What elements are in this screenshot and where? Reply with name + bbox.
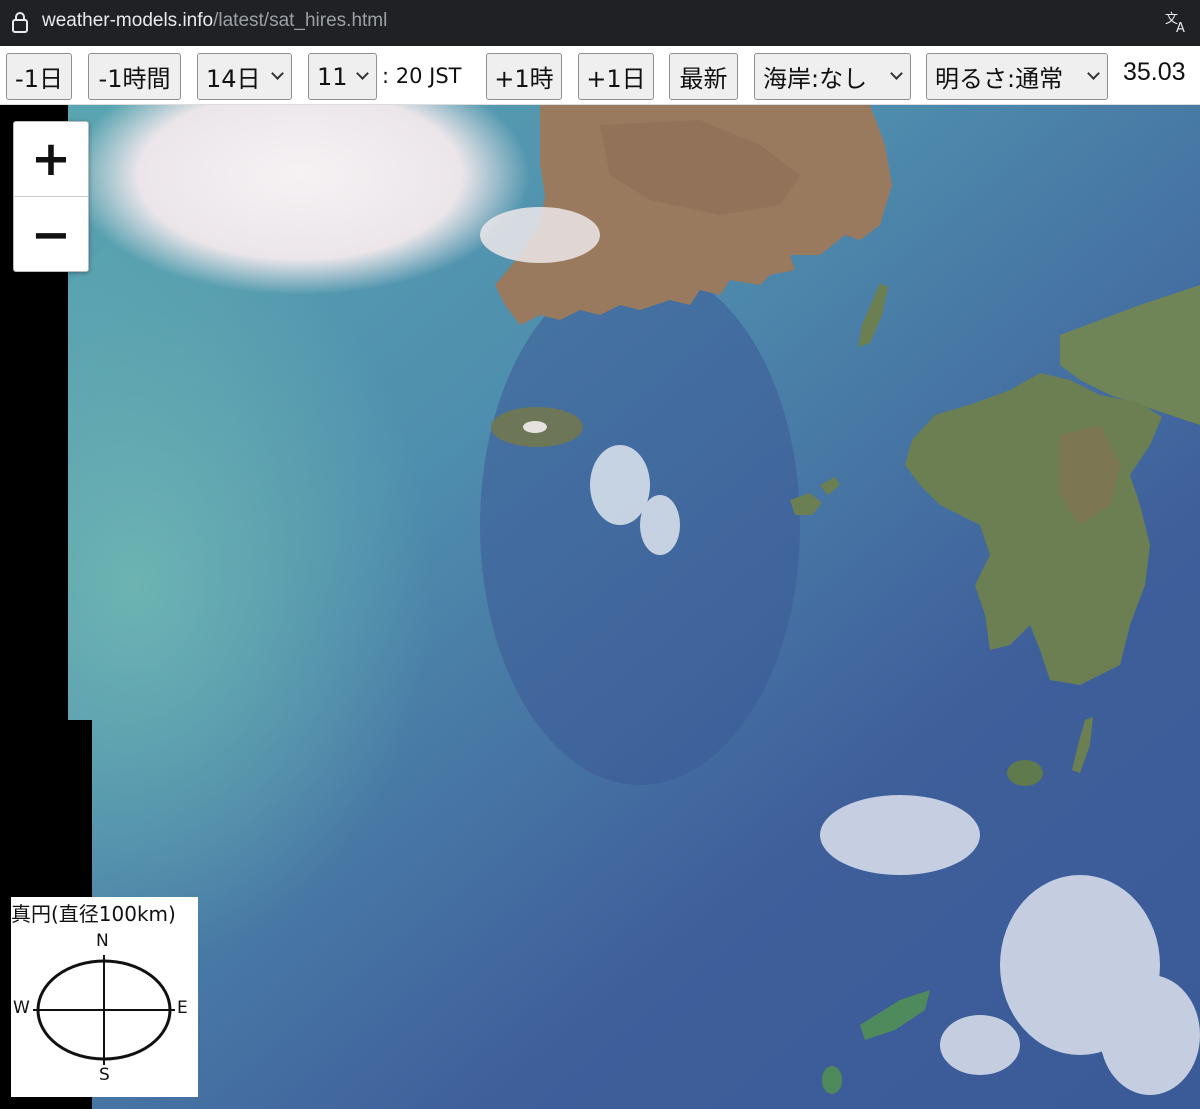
compass-circle-icon	[33, 955, 175, 1065]
browser-address-bar: weather-models.info/latest/sat_hires.htm…	[0, 0, 1200, 46]
satellite-map[interactable]: + − 真円(直径100km) N S W E	[0, 105, 1200, 1109]
brightness-select-value: 明るさ:通常	[935, 65, 1064, 93]
day-select-value: 14日	[206, 65, 261, 93]
zoom-out-button[interactable]: −	[14, 197, 88, 272]
zoom-control: + −	[13, 121, 89, 272]
chevron-down-icon	[271, 67, 284, 80]
brightness-select[interactable]: 明るさ:通常	[926, 53, 1108, 100]
chevron-down-icon	[356, 67, 369, 80]
plus-hour-button[interactable]: +1時	[486, 53, 562, 100]
minute-label: : 20 JST	[382, 64, 462, 88]
lock-icon	[12, 12, 28, 33]
hour-select-value: 11	[317, 62, 348, 91]
coastline-select-value: 海岸:なし	[763, 65, 868, 93]
yakushima-island	[1007, 760, 1043, 786]
cloud-patch	[480, 207, 600, 263]
time-toolbar: -1日 -1時間 14日 11 : 20 JST +1時 +1日 最新 海岸:な…	[0, 46, 1200, 105]
southern-island	[822, 1066, 842, 1094]
url-path: /latest/sat_hires.html	[213, 10, 388, 31]
latest-button[interactable]: 最新	[669, 53, 738, 100]
hour-select[interactable]: 11	[308, 53, 377, 100]
minus-hour-button[interactable]: -1時間	[88, 53, 181, 100]
zoom-in-button[interactable]: +	[14, 122, 88, 197]
svg-text:A: A	[1176, 21, 1185, 34]
minus-day-button[interactable]: -1日	[6, 53, 72, 100]
chevron-down-icon	[890, 67, 903, 80]
url-host: weather-models.info	[42, 10, 214, 31]
jeju-summit-snow	[523, 421, 547, 433]
chevron-down-icon	[1087, 67, 1100, 80]
url-text[interactable]: weather-models.info/latest/sat_hires.htm…	[42, 10, 387, 32]
day-select[interactable]: 14日	[197, 53, 292, 100]
coastline-select[interactable]: 海岸:なし	[754, 53, 911, 100]
plus-day-button[interactable]: +1日	[578, 53, 654, 100]
coordinate-readout: 35.03	[1123, 58, 1186, 86]
translate-icon[interactable]: 文 A	[1164, 8, 1190, 34]
scale-compass-box: 真円(直径100km) N S W E	[11, 897, 198, 1097]
